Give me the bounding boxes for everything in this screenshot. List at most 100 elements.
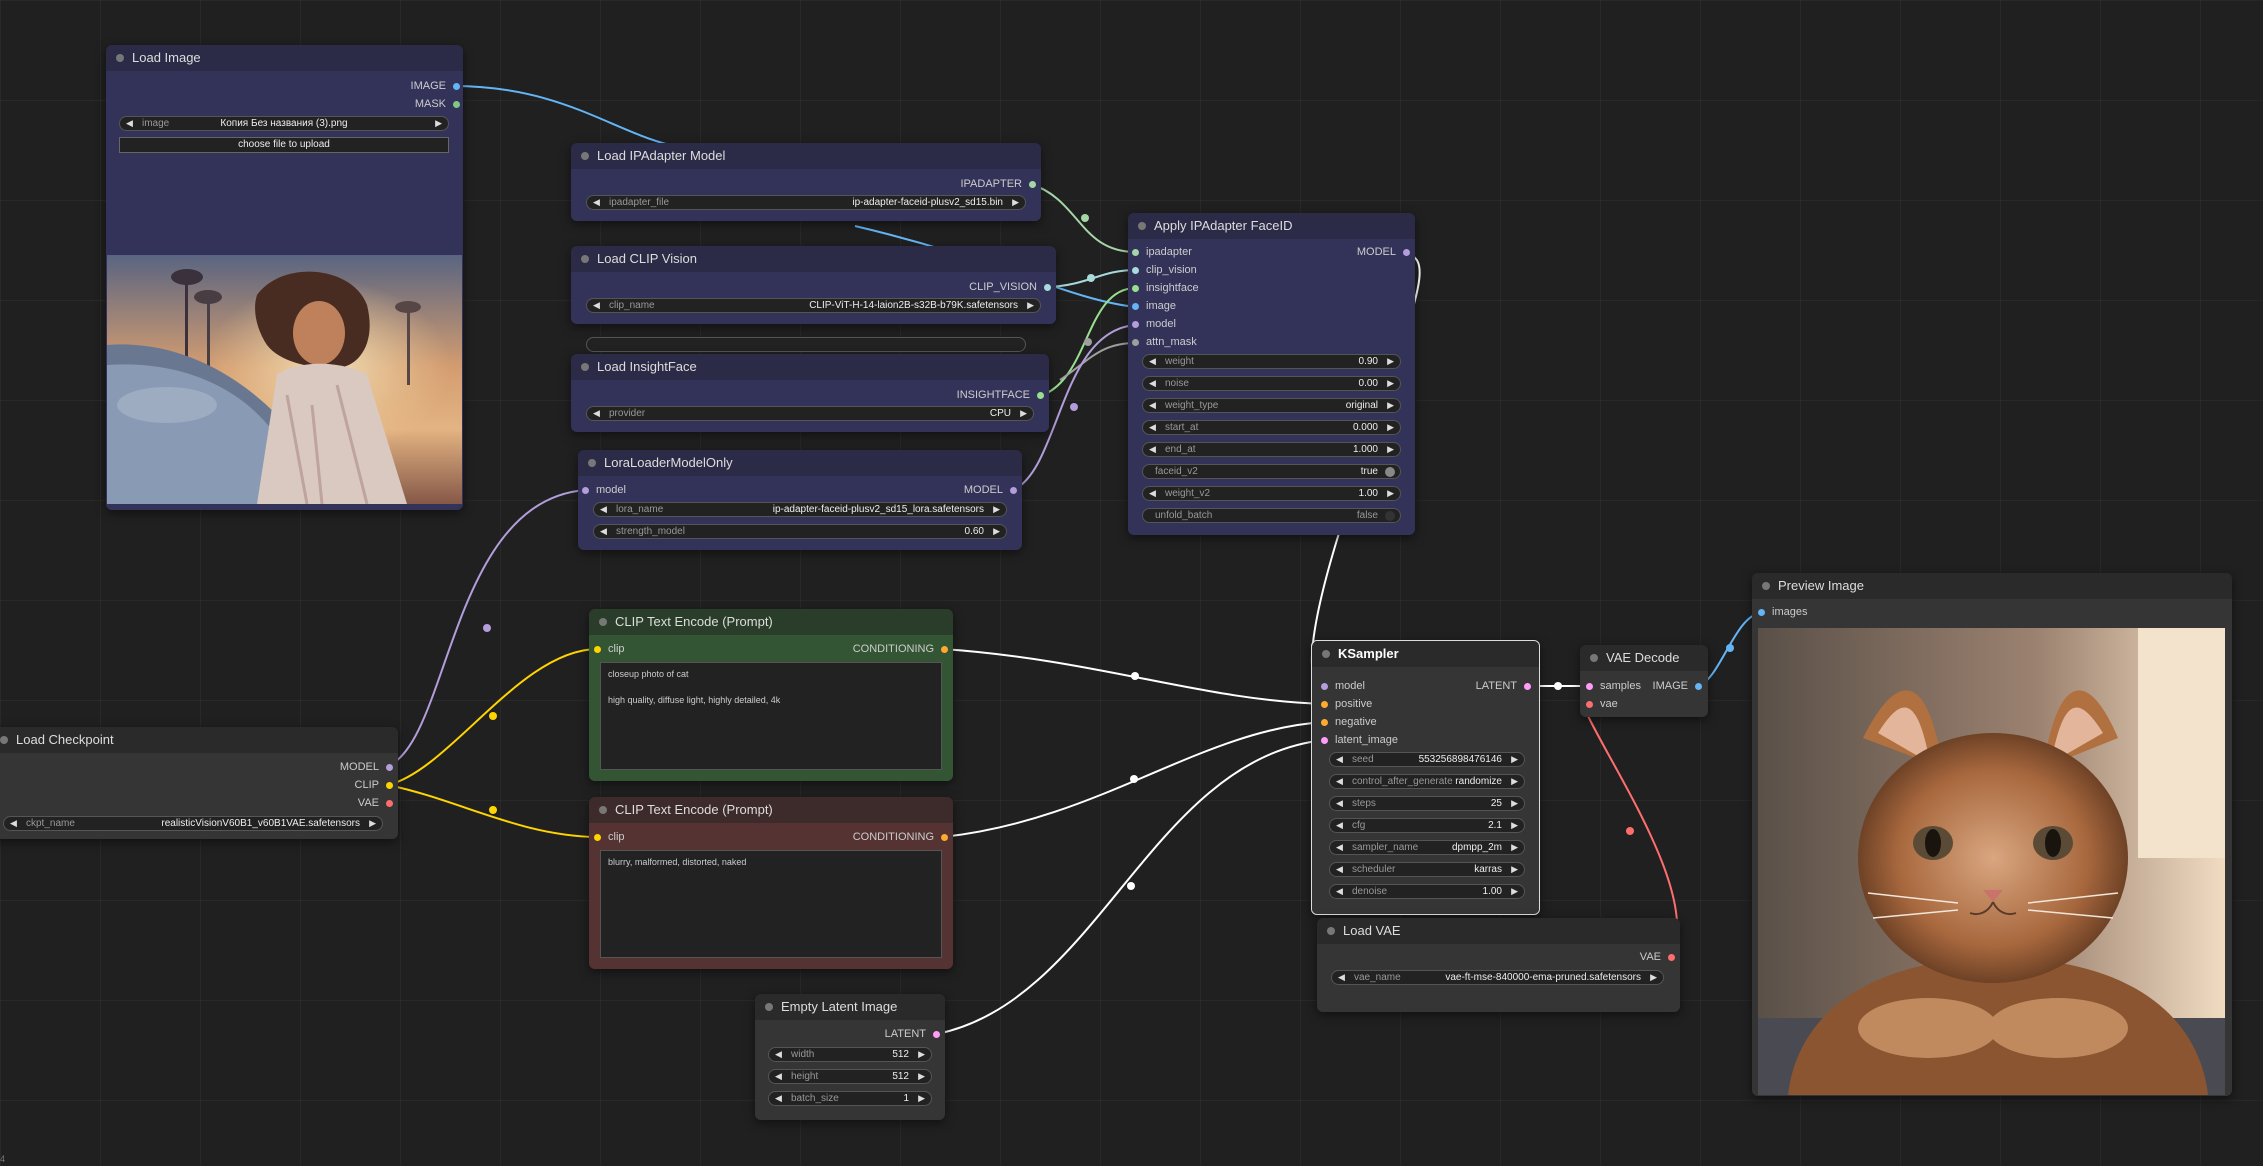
start-at-input[interactable]: ◀ start_at 0.000 ▶ <box>1142 420 1401 435</box>
node-preview-image[interactable]: Preview Image images <box>1752 573 2232 1096</box>
node-title: Load VAE <box>1343 923 1401 938</box>
input-attn-mask[interactable]: attn_mask <box>1132 335 1197 349</box>
node-title: Empty Latent Image <box>781 999 898 1014</box>
height-input[interactable]: ◀ height 512 ▶ <box>768 1069 932 1084</box>
input-positive[interactable]: positive <box>1321 697 1372 711</box>
output-model[interactable]: MODEL <box>1357 245 1410 259</box>
girl-photo-image <box>107 255 462 504</box>
node-title: Apply IPAdapter FaceID <box>1154 218 1293 233</box>
output-ipadapter[interactable]: IPADAPTER <box>960 177 1036 191</box>
collapse-dot[interactable] <box>1590 654 1598 662</box>
node-apply-ipadapter-faceid[interactable]: Apply IPAdapter FaceID ipadapter clip_vi… <box>1128 213 1415 535</box>
ipadapter-file-select[interactable] <box>586 337 1026 352</box>
input-image[interactable]: image <box>1132 299 1176 313</box>
collapse-dot[interactable] <box>588 459 596 467</box>
end-at-input[interactable]: ◀ end_at 1.000 ▶ <box>1142 442 1401 457</box>
output-vae[interactable]: VAE <box>1640 950 1675 964</box>
collapse-dot[interactable] <box>581 152 589 160</box>
collapse-dot[interactable] <box>765 1003 773 1011</box>
output-clip[interactable]: CLIP <box>355 778 393 792</box>
collapse-dot[interactable] <box>1762 582 1770 590</box>
ckpt-name-select[interactable]: ◀ ckpt_name realisticVisionV60B1_v60B1VAE.… <box>3 816 383 831</box>
output-model[interactable]: MODEL <box>340 760 393 774</box>
batch-size-input[interactable]: ◀ batch_size 1 ▶ <box>768 1091 932 1106</box>
input-model[interactable]: model <box>1132 317 1176 331</box>
steps-input[interactable]: ◀ steps 25 ▶ <box>1329 796 1525 811</box>
collapse-dot[interactable] <box>0 736 8 744</box>
clip-name-select[interactable]: ◀ clip_name CLIP-ViT-H-14-laion2B-s32B-b79… <box>586 298 1041 313</box>
output-clip-vision[interactable]: CLIP_VISION <box>969 280 1051 294</box>
output-latent[interactable]: LATENT <box>885 1027 940 1041</box>
node-title: Preview Image <box>1778 578 1864 593</box>
weight-input[interactable]: ◀ weight 0.90 ▶ <box>1142 354 1401 369</box>
node-load-insightface[interactable]: Load InsightFace INSIGHTFACE ◀ provider CP… <box>571 354 1049 432</box>
collapse-dot[interactable] <box>1322 650 1330 658</box>
output-mask[interactable]: MASK <box>415 97 460 111</box>
provider-select[interactable]: ◀ provider CPU ▶ <box>586 406 1034 421</box>
node-ksampler[interactable]: KSampler model positive negative latent_… <box>1311 640 1540 915</box>
collapse-dot[interactable] <box>1327 927 1335 935</box>
collapse-dot[interactable] <box>599 618 607 626</box>
seed-input[interactable]: ◀ seed 553256898476146 ▶ <box>1329 752 1525 767</box>
scheduler-select[interactable]: ◀ scheduler karras ▶ <box>1329 862 1525 877</box>
control-after-generate-select[interactable]: ◀ control_after_generate randomize ▶ <box>1329 774 1525 789</box>
faceid-v2-toggle[interactable]: faceid_v2 true <box>1142 464 1401 479</box>
input-ipadapter[interactable]: ipadapter <box>1132 245 1192 259</box>
node-vae-decode[interactable]: VAE Decode samples vae IMAGE <box>1580 645 1708 717</box>
node-load-checkpoint[interactable]: Load Checkpoint MODEL CLIP VAE ◀ ckpt_nam… <box>0 727 398 839</box>
sampler-name-select[interactable]: ◀ sampler_name dpmpp_2m ▶ <box>1329 840 1525 855</box>
output-model[interactable]: MODEL <box>964 483 1017 497</box>
input-model[interactable]: model <box>582 483 626 497</box>
weight-v2-input[interactable]: ◀ weight_v2 1.00 ▶ <box>1142 486 1401 501</box>
node-lora-loader[interactable]: LoraLoaderModelOnly model MODEL ◀ lora_na… <box>578 450 1022 550</box>
input-clip-vision[interactable]: clip_vision <box>1132 263 1197 277</box>
input-latent-image[interactable]: latent_image <box>1321 733 1398 747</box>
node-title: Load InsightFace <box>597 359 697 374</box>
node-load-vae[interactable]: Load VAE VAE ◀ vae_name vae-ft-mse-840000-… <box>1317 918 1680 1012</box>
input-negative[interactable]: negative <box>1321 715 1377 729</box>
canvas-corner-label: 4 <box>0 1154 6 1164</box>
width-input[interactable]: ◀ width 512 ▶ <box>768 1047 932 1062</box>
upload-button[interactable]: choose file to upload <box>119 137 449 153</box>
node-title: CLIP Text Encode (Prompt) <box>615 802 773 817</box>
collapse-dot[interactable] <box>599 806 607 814</box>
node-clip-text-encode-negative[interactable]: CLIP Text Encode (Prompt) clip CONDITION… <box>589 797 953 969</box>
output-conditioning[interactable]: CONDITIONING <box>853 830 948 844</box>
collapse-dot[interactable] <box>1138 222 1146 230</box>
unfold-batch-toggle[interactable]: unfold_batch false <box>1142 508 1401 523</box>
prompt-textarea[interactable]: closeup photo of cat high quality, diffu… <box>600 662 942 770</box>
wire-image[interactable] <box>452 85 671 146</box>
prompt-textarea[interactable]: blurry, malformed, distorted, naked <box>600 850 942 958</box>
output-latent[interactable]: LATENT <box>1476 679 1531 693</box>
cfg-input[interactable]: ◀ cfg 2.1 ▶ <box>1329 818 1525 833</box>
node-load-clip-vision[interactable]: Load CLIP Vision CLIP_VISION ◀ clip_name C… <box>571 246 1056 324</box>
wire-attn-mask[interactable] <box>1059 342 1137 381</box>
output-vae[interactable]: VAE <box>358 796 393 810</box>
input-clip[interactable]: clip <box>594 830 625 844</box>
input-samples[interactable]: samples <box>1586 679 1641 693</box>
output-insightface[interactable]: INSIGHTFACE <box>957 388 1044 402</box>
weight-type-select[interactable]: ◀ weight_type original ▶ <box>1142 398 1401 413</box>
output-conditioning[interactable]: CONDITIONING <box>853 642 948 656</box>
denoise-input[interactable]: ◀ denoise 1.00 ▶ <box>1329 884 1525 899</box>
input-insightface[interactable]: insightface <box>1132 281 1199 295</box>
output-image[interactable]: IMAGE <box>1653 679 1702 693</box>
input-clip[interactable]: clip <box>594 642 625 656</box>
vae-name-select[interactable]: ◀ vae_name vae-ft-mse-840000-ema-pruned.sa… <box>1331 970 1664 985</box>
strength-model-input[interactable]: ◀ strength_model 0.60 ▶ <box>593 524 1007 539</box>
ipadapter-file-select[interactable]: ◀ ipadapter_file ip-adapter-faceid-plusv2_… <box>586 195 1026 210</box>
lora-name-select[interactable]: ◀ lora_name ip-adapter-faceid-plusv2_sd15_… <box>593 502 1007 517</box>
loaded-image-preview <box>107 255 462 504</box>
noise-input[interactable]: ◀ noise 0.00 ▶ <box>1142 376 1401 391</box>
collapse-dot[interactable] <box>581 255 589 263</box>
collapse-dot[interactable] <box>116 54 124 62</box>
node-load-image[interactable]: Load Image IMAGE MASK ◀ image Копия Без на… <box>106 45 463 510</box>
input-images[interactable]: images <box>1758 605 1807 619</box>
collapse-dot[interactable] <box>581 363 589 371</box>
node-clip-text-encode-positive[interactable]: CLIP Text Encode (Prompt) clip CONDITION… <box>589 609 953 781</box>
output-image[interactable]: IMAGE <box>411 79 460 93</box>
image-select[interactable]: ◀ image Копия Без названия (3).png ▶ <box>119 116 449 131</box>
node-empty-latent-image[interactable]: Empty Latent Image LATENT ◀ width 512 ▶ ◀ he… <box>755 994 945 1120</box>
input-vae[interactable]: vae <box>1586 697 1618 711</box>
input-model[interactable]: model <box>1321 679 1365 693</box>
